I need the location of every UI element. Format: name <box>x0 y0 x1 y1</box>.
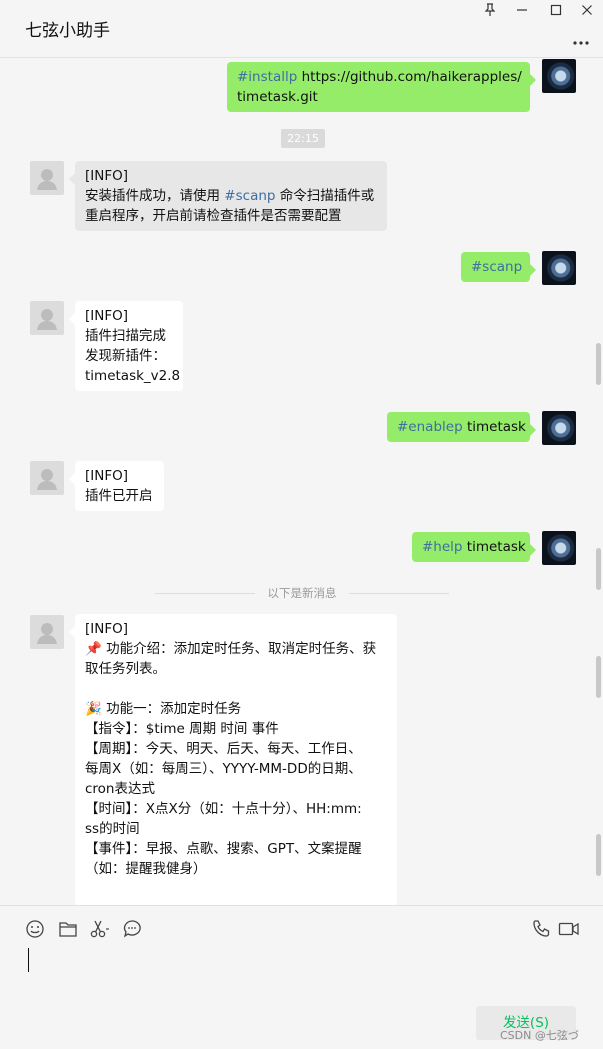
scrollbar-thumb[interactable] <box>596 343 601 385</box>
chat-title: 七弦小助手 <box>25 21 110 41</box>
user-silhouette-icon <box>37 623 57 644</box>
bot-avatar[interactable] <box>30 461 64 495</box>
message-line: #installp https://github.com/haikerapple… <box>237 69 522 85</box>
bot-avatar[interactable] <box>30 301 64 335</box>
message-bubble-bot[interactable]: [INFO] 插件扫描完成 发现新插件： timetask_v2.8 <box>69 301 183 391</box>
message-bubble-me[interactable]: #enablep timetask <box>387 412 536 442</box>
bot-avatar[interactable] <box>30 161 64 195</box>
bot-avatar[interactable] <box>30 615 64 649</box>
message-bubble-me[interactable]: #installp https://github.com/haikerapple… <box>227 62 536 112</box>
scrollbar-thumb[interactable] <box>596 548 601 590</box>
message-bubble-bot[interactable]: [INFO] 插件已开启 <box>69 461 164 511</box>
scissors-icon[interactable] <box>89 918 111 940</box>
watermark: CSDN @七弦づ <box>500 1029 579 1042</box>
message-bubble-me[interactable]: #scanp <box>461 252 536 282</box>
scrollbar-thumb[interactable] <box>596 834 601 876</box>
input-area[interactable]: 发送(S) CSDN @七弦づ <box>0 905 603 1049</box>
my-avatar[interactable] <box>542 531 576 565</box>
user-silhouette-icon <box>37 469 57 490</box>
message-line: timetask.git <box>237 89 318 105</box>
pin-icon[interactable] <box>482 2 498 18</box>
text-cursor <box>28 948 29 972</box>
chat-bubble-icon[interactable] <box>121 918 143 940</box>
chat-area[interactable]: #installp https://github.com/haikerapple… <box>0 59 603 905</box>
scrollbar-thumb[interactable] <box>596 656 601 698</box>
time-separator: 22:15 <box>281 129 325 148</box>
new-messages-divider: 以下是新消息 <box>155 585 449 601</box>
my-avatar[interactable] <box>542 251 576 285</box>
more-dots-icon[interactable] <box>573 30 589 49</box>
phone-icon[interactable] <box>530 918 552 940</box>
video-icon[interactable] <box>558 918 580 940</box>
user-silhouette-icon <box>37 309 57 330</box>
my-avatar[interactable] <box>542 59 576 93</box>
maximize-icon[interactable] <box>548 2 564 18</box>
minimize-icon[interactable] <box>514 2 530 18</box>
message-bubble-bot[interactable]: [INFO] 安装插件成功，请使用 #scanp 命令扫描插件或 重启程序，开启… <box>69 161 387 231</box>
message-bubble-me[interactable]: #help timetask <box>412 532 536 562</box>
message-bubble-bot[interactable]: [INFO] 📌 功能介绍：添加定时任务、取消定时任务、获 取任务列表。 🎉 功… <box>69 614 397 905</box>
title-bar: 七弦小助手 <box>0 0 603 58</box>
emoji-icon[interactable] <box>24 918 46 940</box>
user-silhouette-icon <box>37 169 57 190</box>
folder-icon[interactable] <box>57 918 79 940</box>
close-icon[interactable] <box>579 2 595 18</box>
my-avatar[interactable] <box>542 411 576 445</box>
